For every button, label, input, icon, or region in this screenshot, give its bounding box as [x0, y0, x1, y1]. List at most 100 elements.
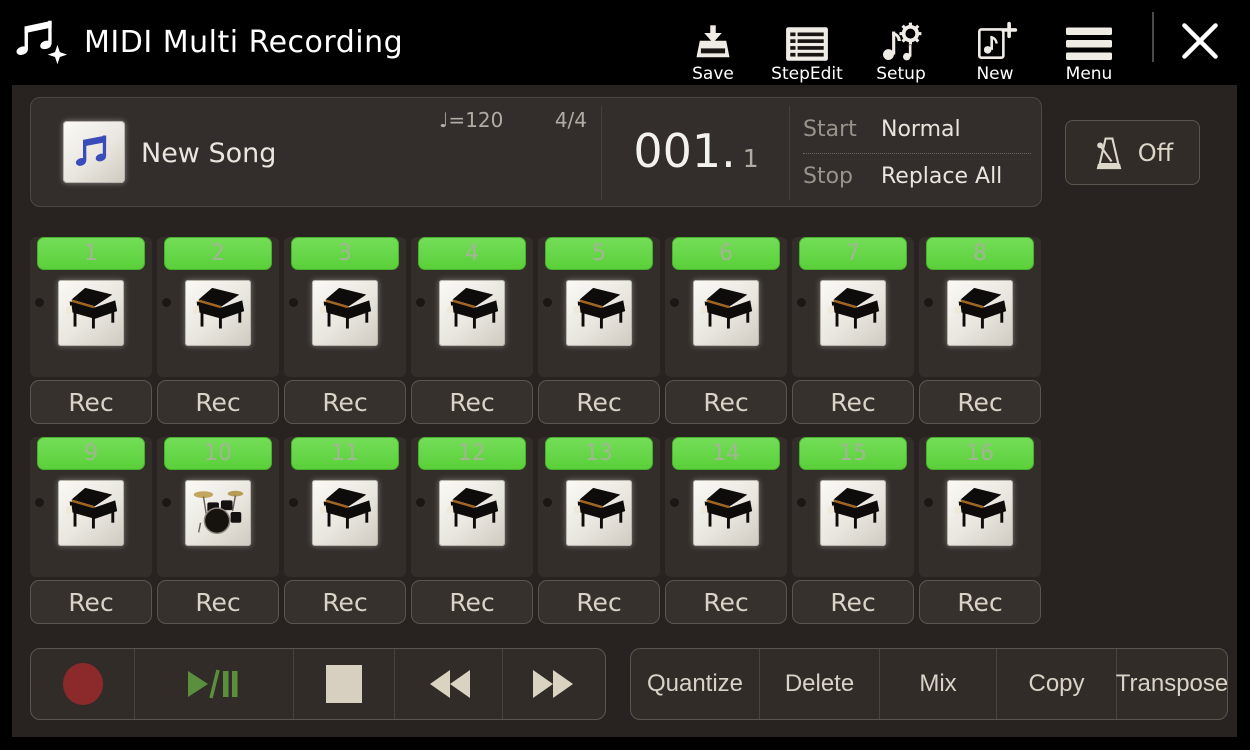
channel-cell-16[interactable]: 16 — [919, 437, 1041, 577]
save-button[interactable]: Save — [666, 5, 760, 83]
channel-cell-1[interactable]: 1 — [30, 237, 152, 377]
channel-cell-7[interactable]: 7 — [792, 237, 914, 377]
stepedit-label: StepEdit — [771, 66, 843, 83]
channel-number-badge: 11 — [291, 437, 399, 470]
track-channel-13: 13Rec — [538, 430, 660, 624]
channel-cell-4[interactable]: 4 — [411, 237, 533, 377]
menu-button[interactable]: Menu — [1042, 5, 1136, 83]
stop-button[interactable] — [293, 649, 394, 719]
rec-button-channel-11[interactable]: Rec — [284, 580, 406, 624]
channel-led — [797, 498, 806, 507]
play-pause-icon — [186, 668, 242, 700]
channel-cell-2[interactable]: 2 — [157, 237, 279, 377]
grand-piano-icon[interactable] — [820, 280, 886, 346]
channel-number-badge: 12 — [418, 437, 526, 470]
rec-button-channel-2[interactable]: Rec — [157, 380, 279, 424]
copy-button[interactable]: Copy — [996, 649, 1116, 719]
fast-forward-button[interactable] — [502, 649, 605, 719]
channel-led — [35, 498, 44, 507]
grand-piano-icon[interactable] — [58, 280, 124, 346]
channel-cell-14[interactable]: 14 — [665, 437, 787, 577]
channel-cell-3[interactable]: 3 — [284, 237, 406, 377]
grand-piano-icon[interactable] — [693, 280, 759, 346]
track-channel-11: 11 Rec — [284, 430, 406, 624]
beat-number: 1 — [743, 144, 759, 173]
channel-cell-12[interactable]: 12 — [411, 437, 533, 577]
channel-number-badge: 7 — [799, 237, 907, 270]
rec-button-channel-4[interactable]: Rec — [411, 380, 533, 424]
channel-led — [416, 298, 425, 307]
channel-cell-13[interactable]: 13 — [538, 437, 660, 577]
menu-label: Menu — [1066, 66, 1113, 83]
grand-piano-icon[interactable] — [312, 480, 378, 546]
music-notes-sparkle-icon — [12, 13, 70, 71]
grand-piano-icon[interactable] — [693, 480, 759, 546]
transpose-button[interactable]: Transpose — [1116, 649, 1227, 719]
rec-button-channel-15[interactable]: Rec — [792, 580, 914, 624]
new-button[interactable]: New — [948, 5, 1042, 83]
channel-number-badge: 16 — [926, 437, 1034, 470]
content-area: New Song ♩=120 4/4 001. 1 Start Normal S… — [12, 85, 1237, 737]
drum-kit-icon[interactable] — [185, 480, 251, 546]
rec-button-channel-16[interactable]: Rec — [919, 580, 1041, 624]
tempo-time-signature[interactable]: ♩=120 4/4 — [439, 108, 587, 132]
grand-piano-icon[interactable] — [820, 480, 886, 546]
channel-number-badge: 5 — [545, 237, 653, 270]
play-pause-button[interactable] — [134, 649, 293, 719]
grand-piano-icon[interactable] — [185, 280, 251, 346]
grand-piano-icon[interactable] — [947, 280, 1013, 346]
channel-cell-10[interactable]: 10 — [157, 437, 279, 577]
grand-piano-icon[interactable] — [566, 280, 632, 346]
mix-button[interactable]: Mix — [879, 649, 996, 719]
rewind-button[interactable] — [394, 649, 502, 719]
rec-button-channel-10[interactable]: Rec — [157, 580, 279, 624]
channel-cell-15[interactable]: 15 — [792, 437, 914, 577]
rec-button-channel-1[interactable]: Rec — [30, 380, 152, 424]
channel-cell-5[interactable]: 5 — [538, 237, 660, 377]
track-channel-5: 5 Rec — [538, 230, 660, 424]
rec-button-channel-3[interactable]: Rec — [284, 380, 406, 424]
rec-button-channel-12[interactable]: Rec — [411, 580, 533, 624]
channel-cell-6[interactable]: 6 — [665, 237, 787, 377]
track-channel-7: 7 Rec — [792, 230, 914, 424]
stop-icon — [326, 665, 362, 703]
start-setting-row[interactable]: Start Normal — [803, 111, 1039, 147]
rec-button-channel-13[interactable]: Rec — [538, 580, 660, 624]
channel-cell-8[interactable]: 8 — [919, 237, 1041, 377]
grand-piano-icon[interactable] — [566, 480, 632, 546]
channel-number-badge: 1 — [37, 237, 145, 270]
rec-button-channel-8[interactable]: Rec — [919, 380, 1041, 424]
rec-button-channel-7[interactable]: Rec — [792, 380, 914, 424]
start-label: Start — [803, 117, 881, 142]
edit-actions: Quantize Delete Mix Copy Transpose — [630, 648, 1228, 720]
rec-button-channel-6[interactable]: Rec — [665, 380, 787, 424]
rec-button-channel-9[interactable]: Rec — [30, 580, 152, 624]
quantize-button[interactable]: Quantize — [631, 649, 759, 719]
start-stop-divider — [803, 153, 1031, 154]
close-button[interactable] — [1176, 14, 1224, 68]
grand-piano-icon[interactable] — [947, 480, 1013, 546]
rec-button-channel-5[interactable]: Rec — [538, 380, 660, 424]
grand-piano-icon[interactable] — [58, 480, 124, 546]
metronome-button[interactable]: Off — [1065, 120, 1200, 185]
track-channel-10: 10 Rec — [157, 430, 279, 624]
save-icon — [691, 15, 735, 63]
grand-piano-icon[interactable] — [312, 280, 378, 346]
channel-cell-9[interactable]: 9 — [30, 437, 152, 577]
stop-setting-row[interactable]: Stop Replace All — [803, 158, 1039, 194]
transport-controls — [30, 648, 606, 720]
channel-led — [35, 298, 44, 307]
grand-piano-icon[interactable] — [439, 480, 505, 546]
rec-button-channel-14[interactable]: Rec — [665, 580, 787, 624]
record-button[interactable] — [31, 649, 134, 719]
delete-button[interactable]: Delete — [759, 649, 879, 719]
channel-number-badge: 10 — [164, 437, 272, 470]
channel-cell-11[interactable]: 11 — [284, 437, 406, 577]
record-icon — [63, 663, 103, 705]
setup-button[interactable]: Setup — [854, 5, 948, 83]
midi-multi-recording-screen: MIDI Multi Recording Save — [0, 0, 1250, 750]
new-label: New — [976, 66, 1013, 83]
stepedit-button[interactable]: StepEdit — [760, 5, 854, 83]
track-channel-8: 8Rec — [919, 230, 1041, 424]
grand-piano-icon[interactable] — [439, 280, 505, 346]
